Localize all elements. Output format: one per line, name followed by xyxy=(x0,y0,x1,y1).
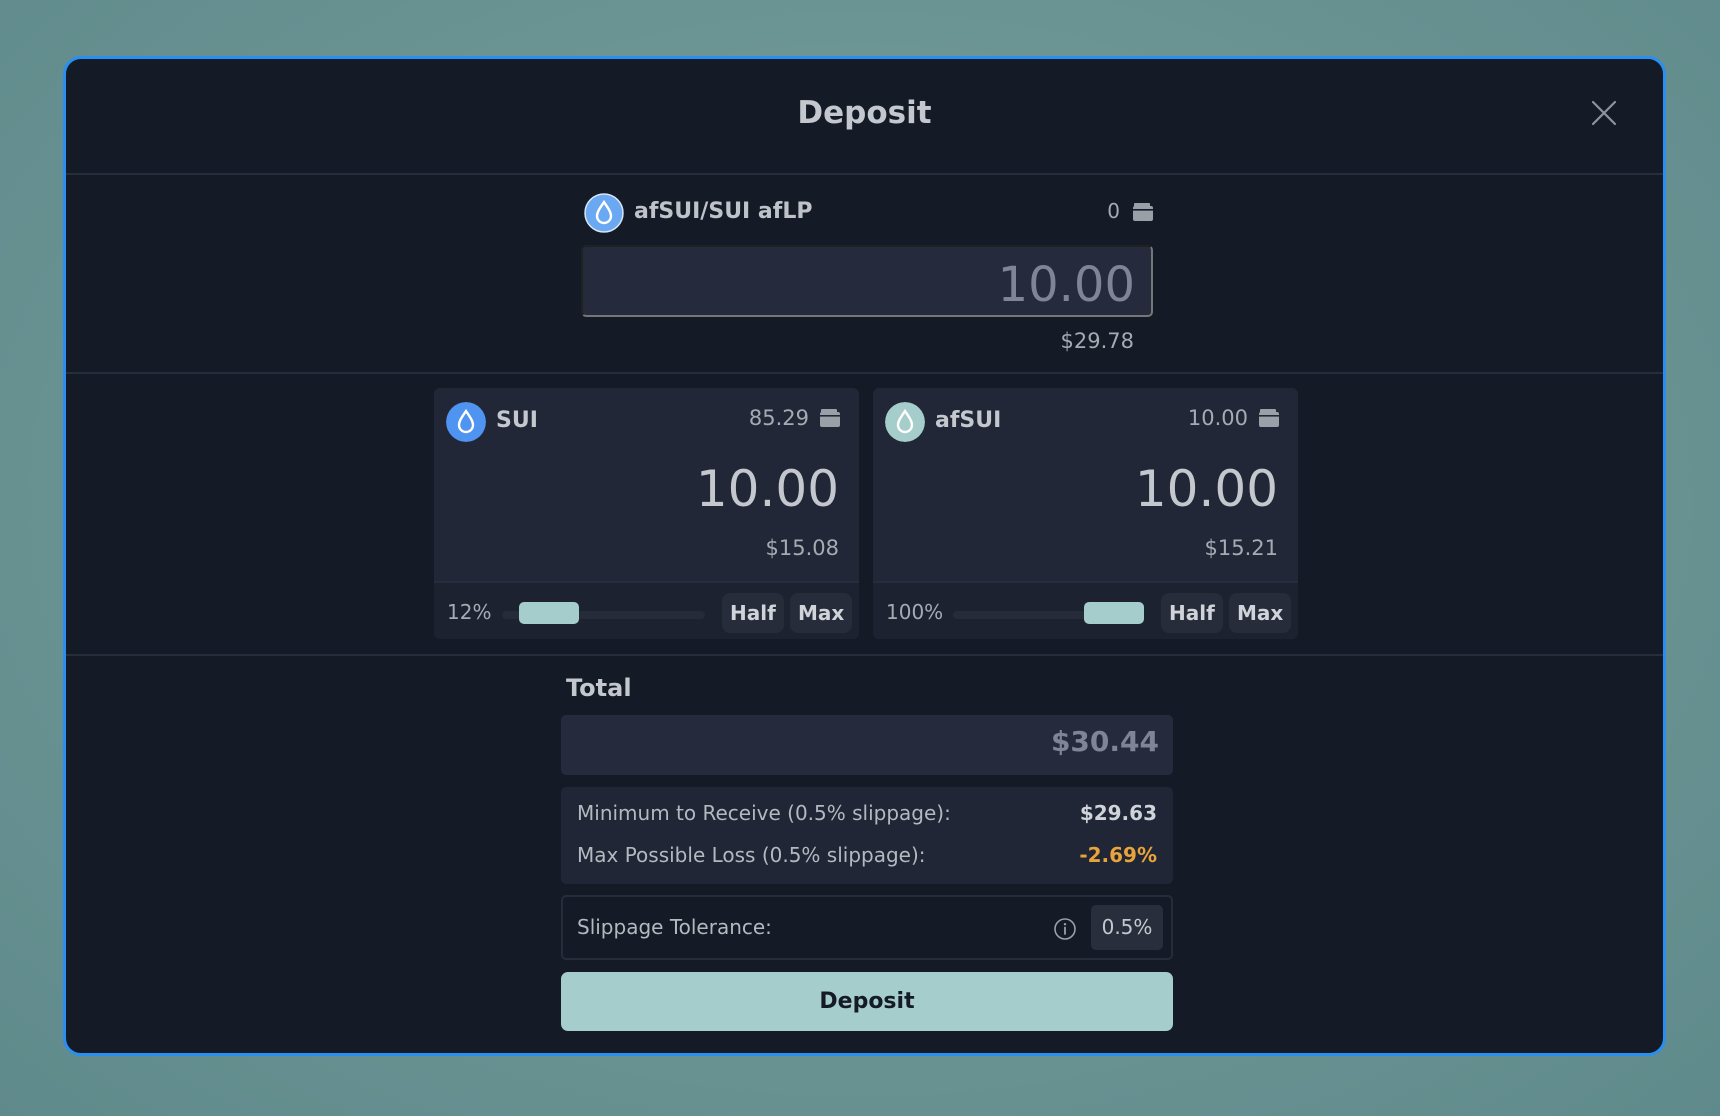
deposit-button[interactable]: Deposit xyxy=(561,972,1173,1031)
coin-inputs-section: SUI 85.29 $15.08 12% Half Max xyxy=(66,374,1663,656)
slippage-value-button[interactable]: 0.5% xyxy=(1091,905,1163,950)
percent-slider-thumb[interactable] xyxy=(1084,602,1144,624)
modal-header: Deposit xyxy=(66,59,1663,175)
half-button[interactable]: Half xyxy=(722,593,784,633)
coin-card-sui: SUI 85.29 $15.08 12% Half Max xyxy=(434,388,859,639)
percent-slider-thumb[interactable] xyxy=(519,602,580,624)
droplet-icon xyxy=(584,193,624,233)
coin-balance: 85.29 xyxy=(748,406,809,430)
percent-label: 100% xyxy=(886,600,944,624)
coin-usd-value: $15.08 xyxy=(765,536,839,560)
max-button[interactable]: Max xyxy=(790,593,853,633)
min-receive-row: Minimum to Receive (0.5% slippage): $29.… xyxy=(577,801,1157,831)
min-receive-label: Minimum to Receive (0.5% slippage): xyxy=(577,801,951,825)
lp-token-balance: 0 xyxy=(1107,199,1120,223)
wallet-icon xyxy=(1259,409,1279,427)
summary-box: Minimum to Receive (0.5% slippage): $29.… xyxy=(561,787,1173,884)
droplet-icon xyxy=(446,402,486,442)
coin-name: SUI xyxy=(496,408,538,433)
coin-usd-value: $15.21 xyxy=(1204,536,1278,560)
coin-name: afSUI xyxy=(935,408,1002,433)
min-receive-value: $29.63 xyxy=(1079,801,1157,825)
total-section: Total $30.44 Minimum to Receive (0.5% sl… xyxy=(66,656,1663,1053)
lp-token-section: afSUI/SUI afLP 0 $29.78 xyxy=(66,175,1663,374)
lp-token-name: afSUI/SUI afLP xyxy=(634,199,813,224)
wallet-icon xyxy=(820,409,840,427)
modal-title: Deposit xyxy=(797,95,932,131)
lp-usd-value: $29.78 xyxy=(1060,329,1134,353)
wallet-icon xyxy=(1133,203,1153,221)
coin-card-afsui: afSUI 10.00 $15.21 100% Half Max xyxy=(873,388,1298,639)
coin-card-footer: 100% Half Max xyxy=(873,581,1298,639)
slippage-label: Slippage Tolerance: xyxy=(577,915,772,939)
info-icon[interactable] xyxy=(1053,917,1077,941)
deposit-modal: Deposit afSUI/SUI afLP 0 $29.78 xyxy=(63,56,1666,1056)
max-loss-label: Max Possible Loss (0.5% slippage): xyxy=(577,843,926,867)
coin-balance: 10.00 xyxy=(1187,406,1248,430)
droplet-icon xyxy=(885,402,925,442)
lp-amount-input[interactable] xyxy=(581,245,1153,317)
lp-token-header: afSUI/SUI afLP 0 xyxy=(584,193,1154,235)
total-value: $30.44 xyxy=(561,715,1173,775)
half-button[interactable]: Half xyxy=(1161,593,1223,633)
coin-card-footer: 12% Half Max xyxy=(434,581,859,639)
max-loss-value: -2.69% xyxy=(1079,843,1157,867)
total-label: Total xyxy=(566,674,632,702)
max-button[interactable]: Max xyxy=(1229,593,1292,633)
coin-amount-input[interactable] xyxy=(539,460,839,518)
close-icon[interactable] xyxy=(1590,99,1618,127)
slippage-tolerance-row: Slippage Tolerance: 0.5% xyxy=(561,895,1173,960)
max-loss-row: Max Possible Loss (0.5% slippage): -2.69… xyxy=(577,843,1157,873)
coin-amount-input[interactable] xyxy=(978,460,1278,518)
percent-label: 12% xyxy=(447,600,492,624)
